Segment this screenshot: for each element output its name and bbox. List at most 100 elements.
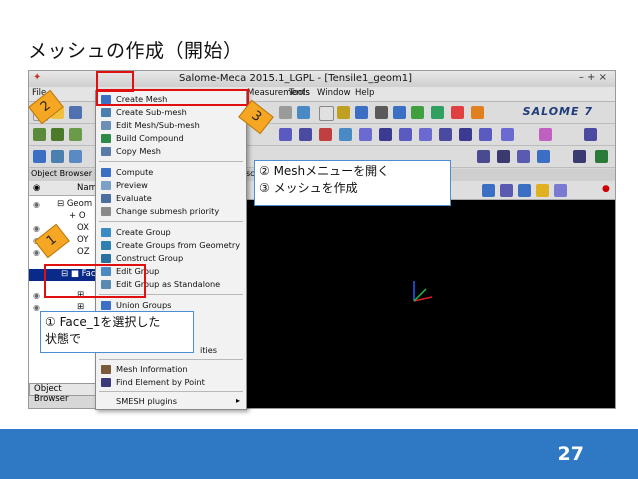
tool-icon-d[interactable] (337, 106, 350, 119)
menu-item-compute[interactable]: Compute (96, 166, 246, 179)
window-controls[interactable]: – + × (579, 72, 607, 83)
record-icon[interactable]: ● (602, 184, 610, 194)
viewer-tool-icon[interactable] (536, 184, 549, 197)
salome-logo: SALOME 7 (522, 105, 593, 118)
construct-group-icon (101, 254, 111, 263)
tree-item-origin[interactable]: + O (69, 211, 86, 221)
geom-icon-m[interactable] (459, 128, 472, 141)
window-title: Salome-Meca 2015.1_LGPL - [Tensile1_geom… (179, 73, 413, 84)
geom-icon-d[interactable] (279, 128, 292, 141)
tree-item-geometry[interactable]: ⊟ Geom (57, 199, 92, 209)
menu-item-find-element[interactable]: Find Element by Point (96, 376, 246, 389)
view-icon-h[interactable] (573, 150, 586, 163)
viewer-tool-icon[interactable] (500, 184, 513, 197)
geom-icon-a[interactable] (33, 128, 46, 141)
tool-icon-g[interactable] (393, 106, 406, 119)
tool-icon-b[interactable] (297, 106, 310, 119)
tool-icon-c[interactable] (319, 106, 334, 121)
view-icon-c[interactable] (69, 150, 82, 163)
menu-item-mesh-information[interactable]: Mesh Information (96, 363, 246, 376)
priority-icon (101, 207, 111, 216)
tool-icon-e[interactable] (355, 106, 368, 119)
visibility-eye-icon[interactable]: ◉ (33, 303, 40, 312)
menu-item-evaluate[interactable]: Evaluate (96, 192, 246, 205)
geom-icon-c[interactable] (69, 128, 82, 141)
hidden-menu-item-fragment[interactable]: ities (200, 345, 217, 355)
tool-icon-k[interactable] (471, 106, 484, 119)
geom-icon-h[interactable] (359, 128, 372, 141)
geom-icon-l[interactable] (439, 128, 452, 141)
menu-item-create-group[interactable]: Create Group (96, 226, 246, 239)
menu-item-smesh-plugins[interactable]: SMESH plugins ▸ (96, 395, 246, 408)
submesh-icon (101, 108, 111, 117)
view-icon-f[interactable] (517, 150, 530, 163)
menu-item-copy-mesh[interactable]: Copy Mesh (96, 145, 246, 158)
visibility-eye-icon[interactable]: ◉ (33, 200, 40, 209)
tool-icon-h[interactable] (411, 106, 424, 119)
geom-icon-n[interactable] (479, 128, 492, 141)
tool-icon-i[interactable] (431, 106, 444, 119)
callout-line: ② Meshメニューを開く (259, 164, 390, 178)
page-number: 27 (557, 443, 584, 465)
geom-icon-j[interactable] (399, 128, 412, 141)
save-icon[interactable] (69, 106, 82, 119)
viewer-tool-icon[interactable] (518, 184, 531, 197)
slide-footer-bar (0, 429, 638, 479)
evaluate-icon (101, 194, 111, 203)
union-icon (101, 301, 111, 310)
menu-help[interactable]: Help (355, 88, 374, 98)
menu-separator (99, 221, 243, 222)
axes-triad-icon (413, 281, 433, 302)
viewer-tool-icon[interactable] (482, 184, 495, 197)
callout-mesh-steps: ② Meshメニューを開く ③ メッシュを作成 (254, 160, 451, 206)
view-icon-g[interactable] (537, 150, 550, 163)
geom-icon-q[interactable] (584, 128, 597, 141)
geom-icon-k[interactable] (419, 128, 432, 141)
visibility-eye-icon[interactable]: ◉ (33, 248, 40, 257)
menu-tools[interactable]: Tools (289, 88, 310, 98)
menu-window[interactable]: Window (317, 88, 351, 98)
menu-separator (99, 161, 243, 162)
menu-item-edit-mesh[interactable]: Edit Mesh/Sub-mesh (96, 119, 246, 132)
menu-item-change-priority[interactable]: Change submesh priority (96, 205, 246, 218)
tool-icon-a[interactable] (279, 106, 292, 119)
tree-item-oz[interactable]: OZ (77, 247, 90, 257)
geom-icon-o[interactable] (501, 128, 514, 141)
menu-item-preview[interactable]: Preview (96, 179, 246, 192)
callout-line: ③ メッシュを作成 (259, 181, 358, 195)
groups-geom-icon (101, 241, 111, 250)
view-icon-b[interactable] (51, 150, 64, 163)
object-browser-tab[interactable]: Object Browser (29, 383, 99, 404)
tree-item-ox[interactable]: OX (77, 223, 89, 233)
visibility-eye-icon[interactable]: ◉ (33, 291, 40, 300)
highlight-create-mesh (96, 89, 249, 106)
app-icon: ✦ (33, 72, 42, 83)
geom-icon-b[interactable] (51, 128, 64, 141)
view-icon-a[interactable] (33, 150, 46, 163)
eye-icon: ◉ (33, 183, 41, 193)
view-icon-d[interactable] (477, 150, 490, 163)
compute-icon (101, 168, 111, 177)
viewer-tool-icon[interactable] (554, 184, 567, 197)
preview-icon (101, 181, 111, 190)
geom-icon-e[interactable] (299, 128, 312, 141)
geom-icon-i[interactable] (379, 128, 392, 141)
edit-mesh-icon (101, 121, 111, 130)
callout-select-face: ① Face_1を選択した 状態で (40, 311, 194, 353)
geom-icon-g[interactable] (339, 128, 352, 141)
geom-icon-f[interactable] (319, 128, 332, 141)
menu-item-create-submesh[interactable]: Create Sub-mesh (96, 106, 246, 119)
geom-icon-p[interactable] (539, 128, 552, 141)
view-icon-i[interactable] (595, 150, 608, 163)
visibility-eye-icon[interactable]: ◉ (33, 224, 40, 233)
highlight-face-1 (44, 264, 146, 298)
tool-icon-f[interactable] (375, 106, 388, 119)
menu-item-build-compound[interactable]: Build Compound (96, 132, 246, 145)
compound-icon (101, 134, 111, 143)
tree-item-oy[interactable]: OY (77, 235, 88, 245)
view-icon-e[interactable] (497, 150, 510, 163)
callout-line: ① Face_1を選択した (45, 315, 161, 329)
tool-icon-j[interactable] (451, 106, 464, 119)
submenu-arrow-icon: ▸ (235, 396, 240, 405)
menu-item-groups-from-geometry[interactable]: Create Groups from Geometry (96, 239, 246, 252)
